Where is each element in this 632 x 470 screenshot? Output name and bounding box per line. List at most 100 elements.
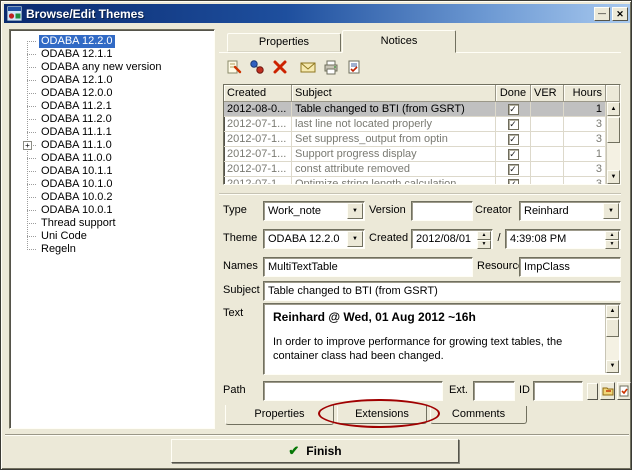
tree-item-label: ODABA 10.1.1 — [39, 165, 115, 178]
theme-dropdown[interactable]: ODABA 12.2.0 ▼ — [263, 229, 365, 249]
tree-item[interactable]: ODABA 11.2.1 — [10, 100, 214, 113]
path-browse-button[interactable] — [617, 382, 631, 400]
tree-item[interactable]: ODABA 11.0.0 — [10, 152, 214, 165]
table-row[interactable]: 2012-07-1... Set suppress_output from op… — [224, 132, 620, 147]
tree-item[interactable]: ODABA 12.2.0 — [10, 35, 214, 48]
scrollbar-thumb[interactable] — [606, 319, 619, 337]
type-dropdown[interactable]: Work_note ▼ — [263, 201, 365, 221]
dropdown-arrow-icon[interactable]: ▼ — [347, 231, 363, 247]
delete-notice-button[interactable] — [269, 57, 290, 77]
cell-hours: 1 — [564, 102, 606, 117]
scroll-down-button[interactable]: ▼ — [607, 170, 620, 184]
new-notice-button[interactable] — [223, 57, 244, 77]
text-body: In order to improve performance for grow… — [273, 335, 585, 363]
spin-down-icon[interactable]: ▼ — [605, 240, 619, 249]
print-button[interactable] — [320, 57, 341, 77]
scroll-up-button[interactable]: ▲ — [607, 102, 620, 116]
minimize-button[interactable]: — — [594, 7, 610, 21]
done-checkbox[interactable]: ✓ — [508, 119, 519, 130]
tree-item[interactable]: ODABA 12.1.0 — [10, 74, 214, 87]
scroll-up-icon: ▲ — [610, 308, 616, 314]
ext-label: Ext. — [449, 384, 468, 397]
tab-comments[interactable]: Comments — [430, 406, 527, 424]
cell-done: ✓ — [496, 177, 531, 185]
scrollbar-thumb[interactable] — [607, 117, 620, 143]
table-scrollbar[interactable]: ▲ ▼ — [606, 102, 620, 184]
created-date-spinner[interactable]: 2012/08/01 ▲ ▼ — [411, 229, 493, 249]
tree-item[interactable]: ODABA 10.0.1 — [10, 204, 214, 217]
id-field[interactable] — [533, 381, 583, 401]
column-header-hours[interactable]: Hours — [564, 85, 606, 102]
scroll-down-button[interactable]: ▼ — [606, 360, 619, 373]
table-row[interactable]: 2012-07-1... const attribute removed ✓ 3 — [224, 162, 620, 177]
names-field[interactable] — [263, 257, 473, 277]
cell-created: 2012-07-1... — [224, 177, 292, 185]
created-time-spinner[interactable]: 4:39:08 PM ▲ ▼ — [505, 229, 621, 249]
tree-item[interactable]: + ODABA 11.1.0 — [10, 139, 214, 152]
mail-button[interactable] — [297, 57, 318, 77]
creator-dropdown[interactable]: Reinhard ▼ — [519, 201, 621, 221]
mail-icon — [300, 59, 316, 75]
new-notice-icon — [226, 59, 242, 75]
table-row[interactable]: 2012-07-1... Support progress display ✓ … — [224, 147, 620, 162]
dropdown-arrow-icon[interactable]: ▼ — [603, 203, 619, 219]
table-row[interactable]: 2012-07-1... last line not located prope… — [224, 117, 620, 132]
path-field[interactable] — [263, 381, 443, 401]
tab-extensions[interactable]: Extensions — [337, 406, 427, 424]
dropdown-arrow-icon[interactable]: ▼ — [347, 203, 363, 219]
tree-item[interactable]: ODABA 12.1.1 — [10, 48, 214, 61]
report-button[interactable] — [343, 57, 364, 77]
cell-ver — [531, 162, 564, 177]
text-scrollbar[interactable]: ▲ ▼ — [605, 305, 619, 373]
subject-field[interactable] — [263, 281, 621, 301]
spin-up-icon[interactable]: ▲ — [477, 231, 491, 240]
column-header-filler — [606, 85, 620, 102]
column-header-done[interactable]: Done — [496, 85, 531, 102]
check-icon: ✓ — [509, 134, 517, 144]
scroll-up-button[interactable]: ▲ — [606, 305, 619, 318]
tree-item-label: ODABA 11.1.0 — [39, 139, 114, 152]
type-label: Type — [223, 204, 247, 217]
tab-notices[interactable]: Notices — [342, 30, 456, 53]
path-open-button[interactable] — [600, 382, 615, 400]
column-header-subject[interactable]: Subject — [292, 85, 496, 102]
finish-button[interactable]: ✔ Finish — [171, 439, 459, 463]
expand-plus-icon[interactable]: + — [23, 141, 32, 150]
resource-field[interactable] — [519, 257, 621, 277]
done-checkbox[interactable]: ✓ — [508, 179, 519, 186]
tree-item[interactable]: ODABA 11.1.1 — [10, 126, 214, 139]
date-time-separator: / — [495, 232, 503, 245]
link-notices-button[interactable] — [246, 57, 267, 77]
ext-field[interactable] — [473, 381, 515, 401]
version-field[interactable] — [411, 201, 473, 221]
window-title: Browse/Edit Themes — [26, 7, 592, 21]
tree-item[interactable]: ODABA 10.0.2 — [10, 191, 214, 204]
tree-item[interactable]: Regeln — [10, 243, 214, 256]
tree-item[interactable]: ODABA 12.0.0 — [10, 87, 214, 100]
tree-item-label: ODABA 12.2.0 — [39, 35, 115, 48]
done-checkbox[interactable]: ✓ — [508, 164, 519, 175]
table-row[interactable]: 2012-08-0... Table changed to BTI (from … — [224, 102, 620, 117]
done-checkbox[interactable]: ✓ — [508, 134, 519, 145]
done-checkbox[interactable]: ✓ — [508, 104, 519, 115]
close-button[interactable]: ✕ — [612, 7, 628, 21]
tab-properties-bottom[interactable]: Properties — [225, 405, 334, 425]
path-aux-button[interactable] — [587, 383, 598, 400]
tree-item[interactable]: Uni Code — [10, 230, 214, 243]
table-row[interactable]: 2012-07-1... Optimize string length calc… — [224, 177, 620, 185]
tree-item[interactable]: ODABA any new version — [10, 61, 214, 74]
close-icon: ✕ — [616, 9, 624, 19]
names-label: Names — [223, 260, 258, 273]
spin-up-icon[interactable]: ▲ — [605, 231, 619, 240]
spin-down-icon[interactable]: ▼ — [477, 240, 491, 249]
column-header-created[interactable]: Created — [224, 85, 292, 102]
tree-item[interactable]: ODABA 10.1.0 — [10, 178, 214, 191]
tree-item[interactable]: ODABA 10.1.1 — [10, 165, 214, 178]
done-checkbox[interactable]: ✓ — [508, 149, 519, 160]
theme-value: ODABA 12.2.0 — [268, 232, 346, 246]
tab-properties-top[interactable]: Properties — [227, 33, 341, 52]
column-header-ver[interactable]: VER — [531, 85, 564, 102]
tree-item[interactable]: Thread support — [10, 217, 214, 230]
tree-item[interactable]: ODABA 11.2.0 — [10, 113, 214, 126]
text-editor[interactable]: Reinhard @ Wed, 01 Aug 2012 ~16h In orde… — [263, 303, 621, 375]
